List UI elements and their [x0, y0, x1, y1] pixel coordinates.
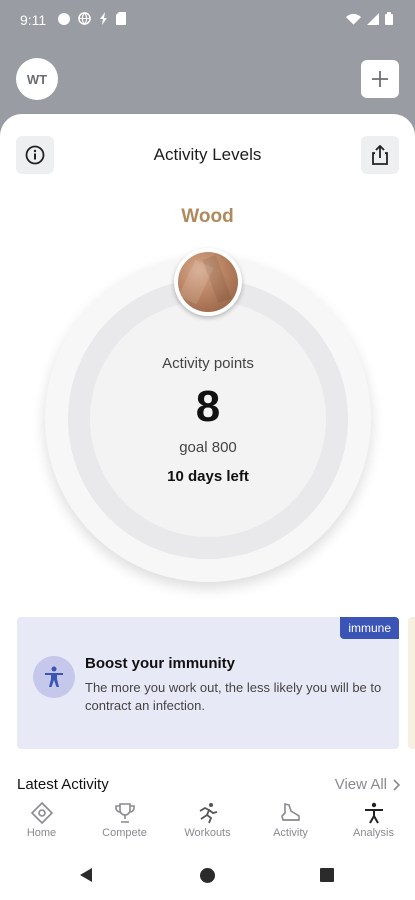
- plus-icon: [372, 71, 388, 87]
- nav-label: Activity: [273, 827, 308, 839]
- sd-card-icon: [116, 12, 126, 25]
- nav-label: Home: [26, 827, 57, 839]
- battery-icon: [385, 12, 393, 25]
- nav-workouts[interactable]: Workouts: [166, 794, 249, 850]
- latest-activity-title: Latest Activity: [17, 776, 109, 793]
- nav-home[interactable]: Home: [0, 794, 83, 850]
- nav-label: Workouts: [184, 827, 231, 839]
- nav-compete[interactable]: Compete: [83, 794, 166, 850]
- next-card-peek[interactable]: [408, 617, 415, 749]
- bottom-nav: Home Compete Workouts Activity Analysis: [0, 794, 415, 850]
- nav-label: Compete: [102, 827, 147, 839]
- home-circle-icon[interactable]: [200, 868, 215, 883]
- globe-icon: [78, 12, 91, 25]
- back-icon[interactable]: [78, 867, 94, 883]
- status-icons-left: [58, 12, 126, 25]
- immunity-card[interactable]: immune Boost your immunity The more you …: [17, 617, 399, 749]
- runner-icon: [199, 803, 217, 824]
- nav-activity[interactable]: Activity: [249, 794, 332, 850]
- view-all-link[interactable]: View All: [335, 776, 401, 793]
- chevron-right-icon: [393, 778, 401, 791]
- flash-icon: [100, 12, 107, 25]
- share-button[interactable]: [361, 136, 399, 174]
- wifi-icon: [346, 13, 361, 25]
- person-icon: [33, 656, 75, 698]
- latest-activity-row: Latest Activity View All: [0, 770, 415, 794]
- shoe-icon: [280, 802, 300, 821]
- recents-square-icon[interactable]: [320, 868, 334, 882]
- home-icon: [30, 802, 53, 824]
- immune-tag: immune: [340, 617, 399, 639]
- activity-levels-sheet: Activity Levels Wood Activity points 8 g…: [0, 114, 415, 794]
- level-name: Wood: [181, 206, 234, 227]
- page-title: Activity Levels: [153, 145, 262, 164]
- points-label: Activity points: [162, 355, 254, 372]
- promo-body: The more you work out, the less likely y…: [85, 680, 382, 713]
- system-nav-bar: [0, 850, 415, 900]
- nav-label: Analysis: [353, 827, 394, 839]
- avatar[interactable]: WT: [16, 58, 58, 100]
- trophy-icon: [114, 803, 135, 823]
- promo-title: Boost your immunity: [85, 655, 236, 672]
- status-icons-right: [346, 12, 393, 25]
- top-bar: WT: [0, 42, 415, 114]
- circle-dot-icon: [58, 12, 70, 25]
- status-bar: 9:11: [0, 0, 415, 42]
- view-all-label: View All: [334, 776, 387, 793]
- add-button[interactable]: [361, 60, 399, 98]
- signal-icon: [367, 12, 379, 25]
- share-icon: [372, 145, 388, 165]
- activity-ring: Activity points 8 goal 800 10 days left: [45, 248, 371, 582]
- figure-icon: [364, 802, 383, 824]
- status-time: 9:11: [20, 12, 47, 28]
- points-value: 8: [195, 382, 221, 431]
- days-left: 10 days left: [167, 468, 249, 485]
- wood-badge-icon: [174, 248, 242, 316]
- points-goal: goal 800: [179, 439, 237, 456]
- nav-analysis[interactable]: Analysis: [332, 794, 415, 850]
